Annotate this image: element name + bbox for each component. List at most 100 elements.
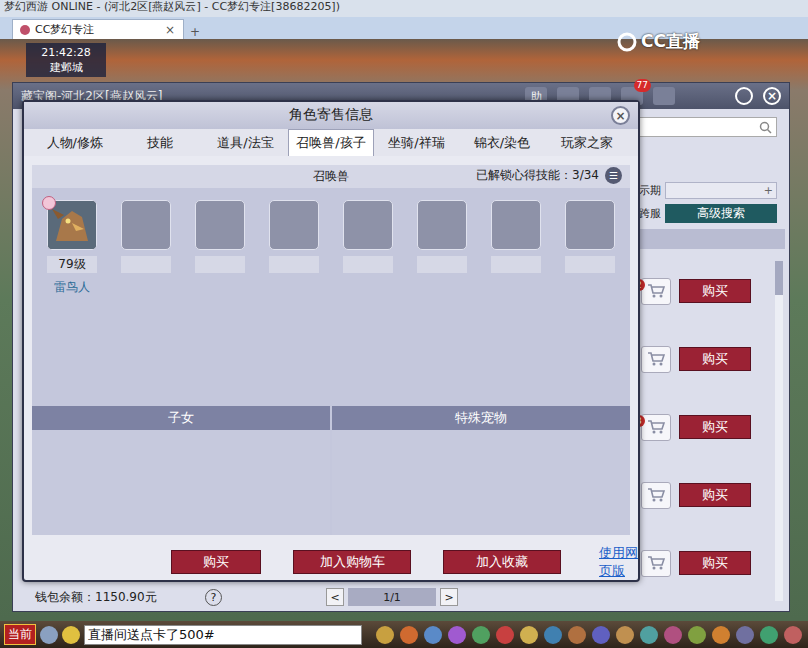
shortcut-icon[interactable] (568, 626, 586, 644)
pet-slot[interactable] (121, 200, 171, 406)
shortcut-icon[interactable] (784, 626, 802, 644)
add-cart-button[interactable] (641, 550, 671, 577)
shortcut-icon[interactable] (712, 626, 730, 644)
shortcut-icon[interactable] (376, 626, 394, 644)
game-scene: 梦幻西游 ONLINE - (河北2区[燕赵风云] - CC梦幻专注[38682… (0, 0, 808, 648)
slot-level (343, 256, 393, 273)
emoji-icon[interactable] (62, 626, 80, 644)
shortcut-icon[interactable] (616, 626, 634, 644)
tab-bar: 人物/修炼技能道具/法宝召唤兽/孩子坐骑/祥瑞锦衣/染色玩家之家 (24, 129, 638, 157)
cart-icon (647, 555, 665, 571)
menu-button[interactable]: ☰ (605, 167, 622, 184)
add-cart-button[interactable] (641, 346, 671, 373)
shortcut-icon[interactable] (688, 626, 706, 644)
chat-channel[interactable]: 当前 (4, 624, 36, 645)
tab[interactable]: 玩家之家 (545, 129, 630, 157)
shortcut-icon[interactable] (760, 626, 778, 644)
add-cart-button[interactable] (641, 482, 671, 509)
shortcut-icon[interactable] (736, 626, 754, 644)
pet-slot[interactable] (269, 200, 319, 406)
tab[interactable]: 坐骑/祥瑞 (374, 129, 459, 157)
chat-input[interactable]: 直播间送点卡了500# (84, 625, 362, 645)
scrollbar[interactable] (775, 261, 783, 601)
pet-slots: 79级雷鸟人 (32, 188, 630, 406)
new-tab-button[interactable]: + (188, 25, 202, 39)
close-tab-button[interactable]: × (163, 23, 177, 37)
dialog-buttons: 购买 加入购物车 加入收藏 使用网页版 (24, 535, 638, 580)
cart-icon (647, 283, 665, 299)
tab[interactable]: 锦衣/染色 (459, 129, 544, 157)
pet-slot[interactable] (417, 200, 467, 406)
page-number: 1/1 (348, 588, 436, 606)
hud-clock: 21:42:28建邺城 (26, 43, 106, 77)
slot-box[interactable] (269, 200, 319, 250)
help-button[interactable]: ? (205, 589, 222, 606)
shortcut-icon[interactable] (664, 626, 682, 644)
watermark: CC直播 (617, 30, 700, 53)
pet-slot[interactable]: 79级雷鸟人 (47, 200, 97, 406)
shortcut-icon[interactable] (472, 626, 490, 644)
filter-row: 示期+ (639, 181, 785, 200)
tab[interactable]: 道具/法宝 (203, 129, 288, 157)
shortcut-icon[interactable] (592, 626, 610, 644)
buy-button[interactable]: 购买 (679, 551, 751, 575)
dialog-button[interactable]: 购买 (171, 550, 261, 574)
add-cart-button[interactable] (641, 414, 671, 441)
shortcut-icon[interactable] (448, 626, 466, 644)
next-page-button[interactable]: > (440, 588, 458, 606)
chat-bar: 当前 直播间送点卡了500# (0, 621, 808, 648)
advanced-search-button[interactable]: 高级搜索 (665, 204, 777, 223)
cart-header-icon[interactable] (653, 87, 675, 105)
listing-column: 示期+跨服高级搜索2购买购买3购买购买购买 (639, 109, 789, 611)
pet-slot[interactable] (491, 200, 541, 406)
dialog-button[interactable]: 加入收藏 (443, 550, 561, 574)
tab[interactable]: 人物/修炼 (32, 129, 117, 157)
mic-icon[interactable] (40, 626, 58, 644)
dialog-button[interactable]: 加入购物车 (293, 550, 411, 574)
web-version-link[interactable]: 使用网页版 (599, 544, 638, 580)
slot-box[interactable] (121, 200, 171, 250)
pet-slot[interactable] (565, 200, 615, 406)
filter-row: 跨服高级搜索 (639, 204, 785, 223)
shortcut-icon[interactable] (400, 626, 418, 644)
slot-level (121, 256, 171, 273)
prev-page-button[interactable]: < (326, 588, 344, 606)
slot-level (195, 256, 245, 273)
avatar-icon (19, 24, 31, 36)
buy-button[interactable]: 购买 (679, 415, 751, 439)
add-cart-button[interactable] (641, 278, 671, 305)
dialog-close-button[interactable]: × (611, 106, 630, 125)
search-icon (759, 121, 772, 134)
shortcut-icon[interactable] (640, 626, 658, 644)
buy-button[interactable]: 购买 (679, 483, 751, 507)
shortcut-icon[interactable] (424, 626, 442, 644)
slot-level (269, 256, 319, 273)
close-button[interactable]: × (763, 87, 781, 105)
lower-panel-header: 特殊宠物 (332, 406, 630, 430)
pet-slot[interactable] (195, 200, 245, 406)
buy-button[interactable]: 购买 (679, 347, 751, 371)
lower-panel-header: 子女 (32, 406, 330, 430)
browser-tab[interactable]: CC梦幻专注× (12, 19, 184, 39)
filter-input[interactable]: + (665, 182, 777, 199)
wallet-balance: 钱包余额：1150.90元 (35, 589, 205, 606)
gear-icon[interactable] (735, 87, 753, 105)
slot-box[interactable] (417, 200, 467, 250)
slot-box[interactable] (195, 200, 245, 250)
slot-box[interactable] (343, 200, 393, 250)
shortcut-icon[interactable] (544, 626, 562, 644)
slot-box[interactable] (491, 200, 541, 250)
pet-slot[interactable] (343, 200, 393, 406)
shortcut-icon[interactable] (520, 626, 538, 644)
pet-name[interactable]: 雷鸟人 (54, 279, 90, 296)
window-title: 梦幻西游 ONLINE - (河北2区[燕赵风云] - CC梦幻专注[38682… (0, 0, 808, 17)
tab[interactable]: 召唤兽/孩子 (288, 129, 373, 157)
tab[interactable]: 技能 (117, 129, 202, 157)
lower-panel: 子女 (32, 406, 330, 535)
search-field[interactable] (639, 117, 777, 137)
slot-box[interactable] (47, 200, 97, 250)
slot-box[interactable] (565, 200, 615, 250)
buy-button[interactable]: 购买 (679, 279, 751, 303)
shortcut-icon[interactable] (496, 626, 514, 644)
message-badge: 77 (634, 79, 651, 92)
